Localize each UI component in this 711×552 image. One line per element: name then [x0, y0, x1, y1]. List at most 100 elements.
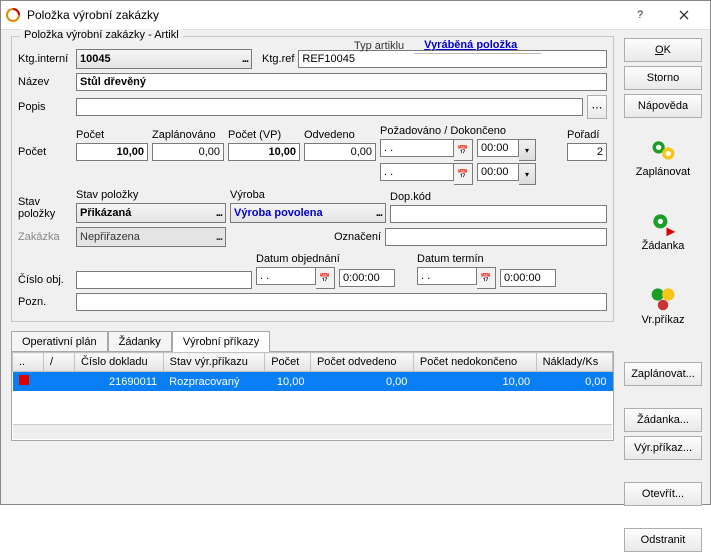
chevron-down-icon[interactable]: ▾	[519, 139, 536, 161]
main-panel: Položka výrobní zakázky - Artikl Typ art…	[1, 30, 620, 552]
popis-field[interactable]	[76, 98, 583, 116]
dokonceno-date-field[interactable]	[380, 163, 454, 181]
calendar-icon[interactable]: 📅	[454, 163, 473, 185]
cislo-obj-label: Číslo obj.	[18, 274, 72, 289]
datum-termin-time-field[interactable]	[500, 269, 556, 287]
grid-header-naklady[interactable]: Náklady/Ks	[536, 353, 612, 372]
dokonceno-date[interactable]: 📅	[380, 163, 473, 185]
poradi-field[interactable]	[567, 143, 607, 161]
grid-header-nedok[interactable]: Počet nedokončeno	[413, 353, 536, 372]
grid-header-stav[interactable]: Stav výr.příkazu	[163, 353, 265, 372]
zadanka-action[interactable]: Žádanka	[624, 210, 702, 252]
pozadovano-date-field[interactable]	[380, 139, 454, 157]
cell-pocet: 10,00	[265, 372, 311, 392]
gears-icon	[649, 284, 677, 312]
datum-termin-date-field[interactable]	[417, 267, 477, 285]
pozadovano-time[interactable]: ▾	[477, 139, 536, 161]
cell-naklady: 0,00	[536, 372, 612, 392]
datum-obj-date-field[interactable]	[256, 267, 316, 285]
app-icon	[5, 7, 21, 23]
datum-termin-header: Datum termín	[417, 253, 556, 265]
ktg-ref-label: Ktg.ref	[262, 53, 294, 65]
odstranit-button[interactable]: Odstranit	[624, 528, 702, 552]
cell-cislo: 21690011	[75, 372, 164, 392]
zaplanovat-label: Zaplánovat	[636, 166, 690, 178]
status-dot-icon	[19, 375, 29, 385]
pocet-vp-field[interactable]	[228, 143, 300, 161]
pocet-header: Počet	[76, 129, 148, 141]
dots-icon: ...	[376, 207, 382, 219]
calendar-icon[interactable]: 📅	[454, 139, 473, 161]
napoveda-button[interactable]: Nápověda	[624, 94, 702, 118]
oznaceni-field[interactable]	[385, 228, 607, 246]
ok-button[interactable]: OK	[624, 38, 702, 62]
poradi-header: Pořadí	[567, 129, 607, 141]
window-title: Položka výrobní zakázky	[27, 8, 618, 22]
nazev-label: Název	[18, 76, 72, 88]
oznaceni-label: Označení	[334, 231, 381, 243]
storno-button[interactable]: Storno	[624, 66, 702, 90]
datum-obj-date[interactable]: 📅	[256, 267, 335, 289]
group-artikl: Položka výrobní zakázky - Artikl Typ art…	[11, 36, 614, 322]
tab-vyrobni-prikazy[interactable]: Výrobní příkazy	[172, 331, 270, 352]
zadanka-label: Žádanka	[642, 240, 685, 252]
close-button[interactable]	[662, 1, 706, 29]
vyrprikaz-button[interactable]: Výr.příkaz...	[624, 436, 702, 460]
pozadovano-date[interactable]: 📅	[380, 139, 473, 161]
titlebar: Položka výrobní zakázky ?	[1, 1, 710, 30]
pozn-label: Pozn.	[18, 296, 72, 308]
tabs: Operativní plán Žádanky Výrobní příkazy	[11, 330, 614, 351]
zaplanovano-header: Zaplánováno	[152, 129, 224, 141]
ktg-interni-value: 10045	[80, 53, 111, 65]
cell-stav: Rozpracovaný	[163, 372, 265, 392]
calendar-icon[interactable]: 📅	[316, 267, 335, 289]
datum-obj-time-field[interactable]	[339, 269, 395, 287]
group-artikl-title: Položka výrobní zakázky - Artikl	[20, 29, 183, 41]
cell-nedokonceno: 10,00	[413, 372, 536, 392]
zadanka-button[interactable]: Žádanka...	[624, 408, 702, 432]
grid-header-slash[interactable]: /	[44, 353, 75, 372]
tab-operativni-plan[interactable]: Operativní plán	[11, 331, 108, 352]
pozadovano-time-field[interactable]	[477, 139, 519, 157]
table-row[interactable]: 21690011 Rozpracovaný 10,00 0,00 10,00 0…	[13, 372, 613, 392]
pocet-vp-header: Počet (VP)	[228, 129, 300, 141]
pocet-row-label: Počet	[18, 146, 72, 161]
zakazka-value: Nepřiřazena	[80, 231, 140, 243]
stav-polozky-row-label: Stav položky	[18, 196, 72, 223]
zaplanovano-field[interactable]	[152, 143, 224, 161]
vyroba-field[interactable]: Výroba povolena ...	[230, 203, 386, 223]
grid-header-odv[interactable]: Počet odvedeno	[310, 353, 413, 372]
horizontal-scrollbar[interactable]	[13, 424, 612, 439]
popis-expand-button[interactable]: ⋯	[587, 95, 607, 119]
vrprikaz-label: Vr.příkaz	[642, 314, 685, 326]
calendar-icon[interactable]: 📅	[477, 267, 496, 289]
odvedeno-field[interactable]	[304, 143, 376, 161]
help-button[interactable]: ?	[618, 1, 662, 29]
datum-termin-date[interactable]: 📅	[417, 267, 496, 289]
vyroba-value: Výroba povolena	[234, 207, 323, 219]
chevron-down-icon[interactable]: ▾	[519, 163, 536, 185]
pocet-field[interactable]	[76, 143, 148, 161]
gear-play-icon	[649, 210, 677, 238]
stav-polozky-header: Stav položky	[76, 189, 226, 201]
typ-value[interactable]: Vyráběná položka	[414, 37, 541, 54]
dokonceno-time-field[interactable]	[477, 163, 519, 181]
zaplanovat-action[interactable]: Zaplánovat	[624, 136, 702, 178]
stav-polozky-field[interactable]: Přikázaná ...	[76, 203, 226, 223]
grid-header-cislo[interactable]: Číslo dokladu	[75, 353, 164, 372]
ktg-interni-field[interactable]: 10045 ...	[76, 49, 252, 69]
zakazka-field[interactable]: Nepřiřazena ...	[76, 227, 226, 247]
vrprikaz-action[interactable]: Vr.příkaz	[624, 284, 702, 326]
cislo-obj-field[interactable]	[76, 271, 252, 289]
dop-kod-field[interactable]	[390, 205, 607, 223]
pozn-field[interactable]	[76, 293, 607, 311]
typ-artiklu: Typ artiklu Vyráběná položka	[344, 37, 541, 54]
dialog-window: Položka výrobní zakázky ? Položka výrobn…	[0, 0, 711, 505]
nazev-field[interactable]	[76, 73, 607, 91]
zaplanovat-button[interactable]: Zaplánovat...	[624, 362, 702, 386]
tab-zadanky[interactable]: Žádanky	[108, 331, 172, 352]
grid-header-status[interactable]: ..	[13, 353, 44, 372]
otevrit-button[interactable]: Otevřít...	[624, 482, 702, 506]
dokonceno-time[interactable]: ▾	[477, 163, 536, 185]
grid-header-pocet[interactable]: Počet	[265, 353, 311, 372]
